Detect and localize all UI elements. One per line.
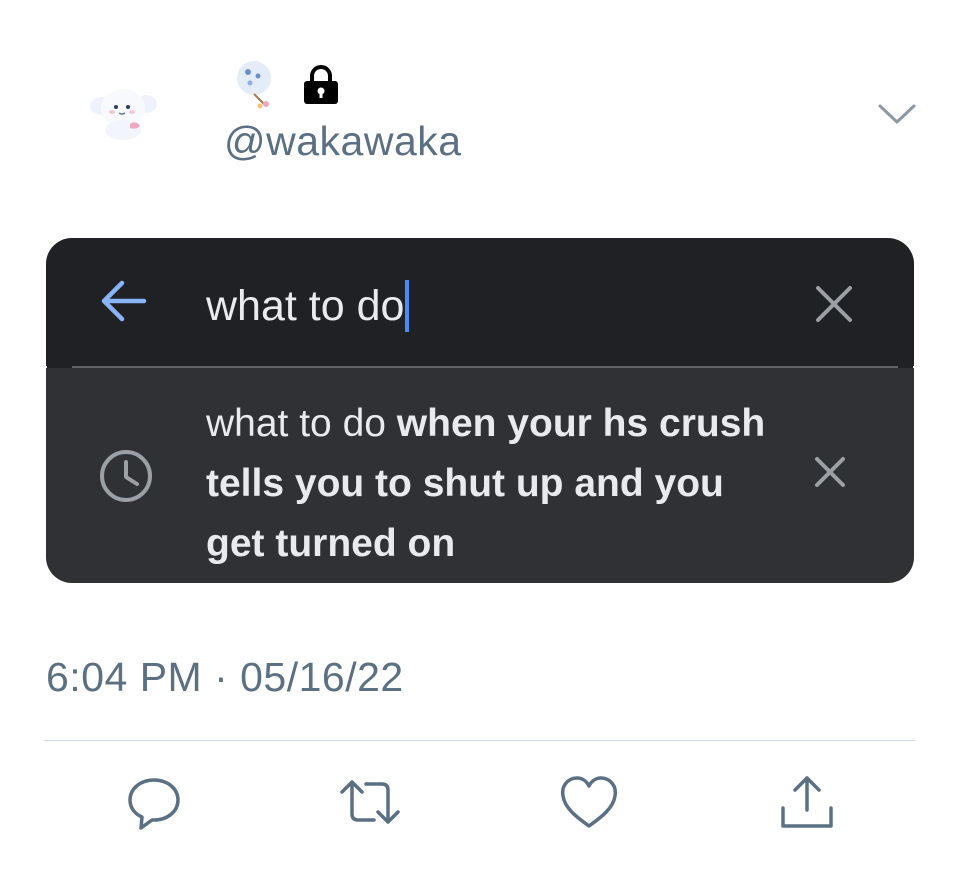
avatar[interactable]: [88, 82, 158, 142]
reply-icon[interactable]: [122, 770, 186, 834]
chevron-down-icon[interactable]: [876, 98, 918, 128]
divider: [44, 740, 915, 741]
suggestion-text: what to do when your hs crush tells you …: [206, 394, 766, 574]
like-icon[interactable]: [557, 770, 621, 834]
tweet-action-bar: [0, 770, 960, 840]
search-bar: what to do: [46, 238, 914, 366]
search-suggestion[interactable]: what to do when your hs crush tells you …: [46, 368, 914, 583]
search-input[interactable]: what to do: [206, 280, 410, 332]
search-screenshot-card: what to do what to do when your hs crush…: [46, 238, 914, 583]
back-arrow-icon[interactable]: [98, 278, 148, 324]
tweet-timestamp[interactable]: 6:04 PM · 05/16/22: [46, 654, 404, 701]
text-caret: [405, 280, 410, 332]
suggestion-prefix: what to do: [206, 402, 397, 445]
display-name-row: [230, 58, 342, 110]
remove-suggestion-icon[interactable]: [812, 454, 848, 490]
history-clock-icon: [100, 450, 152, 502]
search-query: what to do: [206, 281, 405, 330]
lock-icon: [304, 65, 338, 104]
clear-search-icon[interactable]: [812, 282, 856, 326]
retweet-icon[interactable]: [338, 770, 402, 834]
share-icon[interactable]: [775, 770, 839, 834]
fan-emoji-icon: [237, 61, 271, 109]
user-handle[interactable]: @wakawaka: [224, 118, 462, 165]
